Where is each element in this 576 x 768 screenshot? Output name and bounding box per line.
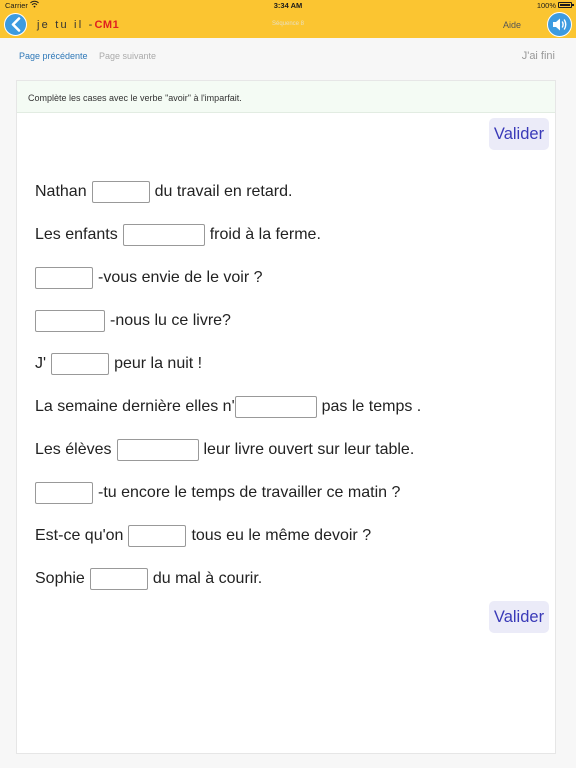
sentence-text-after: pas le temps . xyxy=(321,397,422,415)
help-button[interactable]: Aide xyxy=(503,20,521,30)
previous-page-link[interactable]: Page précédente xyxy=(19,51,88,61)
answer-input[interactable] xyxy=(89,567,148,590)
validate-button-top[interactable]: Valider xyxy=(489,118,549,150)
answer-input[interactable] xyxy=(35,309,105,332)
sentence-row: Sophie du mal à courir. xyxy=(35,557,421,600)
page-navigation: Page précédente Page suivante J'ai fini xyxy=(0,38,576,72)
battery-percentage: 100% xyxy=(536,1,556,10)
sentence-row: -vous envie de le voir ? xyxy=(35,256,421,299)
sentence-text-after: du travail en retard. xyxy=(154,182,293,200)
next-page-link[interactable]: Page suivante xyxy=(99,51,156,61)
sentence-text-after: tous eu le même devoir ? xyxy=(191,526,372,544)
answer-input[interactable] xyxy=(122,223,205,246)
answer-input[interactable] xyxy=(128,524,187,547)
sentence-text-before: Sophie xyxy=(35,569,85,587)
answer-input[interactable] xyxy=(91,180,150,203)
sentence-text-after: leur livre ouvert sur leur table. xyxy=(203,440,415,458)
sentence-row: -tu encore le temps de travailler ce mat… xyxy=(35,471,421,514)
answer-input[interactable] xyxy=(35,481,93,504)
sentence-row: La semaine dernière elles n' pas le temp… xyxy=(35,385,421,428)
sentence-row: Les élèves leur livre ouvert sur leur ta… xyxy=(35,428,421,471)
sentence-text-after: -tu encore le temps de travailler ce mat… xyxy=(98,483,401,501)
answer-input[interactable] xyxy=(116,438,199,461)
speaker-icon xyxy=(553,18,567,31)
sentence-text-before: Les enfants xyxy=(35,225,118,243)
sentence-text-after: -vous envie de le voir ? xyxy=(98,268,263,286)
status-bar: Carrier 3:34 AM 100% xyxy=(0,0,576,11)
sentence-list: Nathan du travail en retard. Les enfants… xyxy=(35,170,421,600)
done-button[interactable]: J'ai fini xyxy=(522,50,555,62)
sentence-row: Nathan du travail en retard. xyxy=(35,170,421,213)
sound-button[interactable] xyxy=(547,12,572,37)
sentence-text-before: Nathan xyxy=(35,182,87,200)
sentence-text-before: Est-ce qu'on xyxy=(35,526,124,544)
sentence-row: -nous lu ce livre? xyxy=(35,299,421,342)
sentence-row: Les enfants froid à la ferme. xyxy=(35,213,421,256)
sentence-row: Est-ce qu'on tous eu le même devoir ? xyxy=(35,514,421,557)
nav-bar: je tu il -CM1 Séquence 8 Aide xyxy=(0,11,576,38)
answer-input[interactable] xyxy=(35,266,93,289)
sentence-text-before: La semaine dernière elles n' xyxy=(35,397,235,415)
answer-input[interactable] xyxy=(234,395,317,418)
battery-icon xyxy=(558,2,574,8)
sentence-text-before: Les élèves xyxy=(35,440,112,458)
sentence-text-after: du mal à courir. xyxy=(152,569,263,587)
clock: 3:34 AM xyxy=(273,1,303,10)
sentence-text-after: peur la nuit ! xyxy=(114,354,203,372)
sentence-row: J' peur la nuit ! xyxy=(35,342,421,385)
exercise-panel: Complète les cases avec le verbe "avoir"… xyxy=(16,80,556,754)
sentence-text-before: J' xyxy=(35,354,47,372)
sequence-label: Séquence 8 xyxy=(271,21,305,27)
sentence-text-after: froid à la ferme. xyxy=(209,225,321,243)
sentence-text-after: -nous lu ce livre? xyxy=(110,311,231,329)
instruction-text: Complète les cases avec le verbe "avoir"… xyxy=(17,81,555,113)
answer-input[interactable] xyxy=(51,352,110,375)
validate-button-bottom[interactable]: Valider xyxy=(489,601,549,633)
